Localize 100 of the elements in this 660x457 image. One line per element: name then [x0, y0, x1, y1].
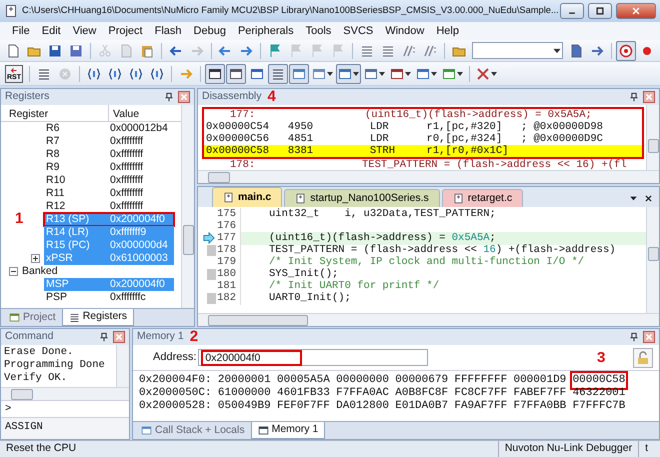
close-button[interactable] — [113, 331, 125, 343]
memory-window-icon — [338, 66, 352, 80]
column-header[interactable]: Register — [1, 105, 109, 121]
menu-item[interactable]: Tools — [300, 23, 338, 39]
command-window-button[interactable] — [205, 64, 225, 84]
panel-tab[interactable]: Call Stack + Locals — [135, 422, 251, 439]
vertical-scrollbar[interactable] — [646, 105, 659, 170]
memory-window-button[interactable] — [336, 64, 361, 84]
memory-value: FA9AF7FF — [454, 400, 508, 413]
window-icon — [258, 424, 269, 436]
group-name[interactable]: Banked — [22, 265, 58, 278]
register-name: R6 — [45, 122, 60, 135]
close-button[interactable] — [643, 91, 655, 103]
pin-icon — [629, 92, 639, 102]
expand-toggle[interactable] — [31, 254, 40, 263]
debugger-name: Nuvoton Nu-Link Debugger — [498, 441, 638, 457]
address-field[interactable]: 0x200004f0 — [198, 349, 428, 366]
call-stack-window-button[interactable] — [289, 64, 309, 84]
register-value: 0x200004f0 — [110, 278, 166, 291]
horizontal-scrollbar[interactable] — [198, 313, 659, 326]
editor-tab[interactable]: retarget.c — [442, 189, 524, 207]
memory-value: 00000000 — [336, 374, 389, 387]
close-icon — [631, 6, 641, 16]
register-row[interactable]: R11 0xffffffff — [44, 187, 174, 200]
editor-tab[interactable]: main.c — [212, 187, 282, 207]
register-row[interactable]: R10 0xffffffff — [44, 174, 174, 187]
menu-item[interactable]: Help — [430, 23, 465, 39]
register-name: R14 (LR) — [45, 226, 90, 239]
memory-value: 00000679 — [395, 374, 448, 387]
register-value: 0x000012b4 — [110, 122, 169, 135]
panel-tab[interactable]: Registers — [62, 309, 134, 326]
register-value: 0x000000d4 — [110, 239, 169, 252]
memory-value: F7FFFC7B — [572, 400, 626, 413]
register-row[interactable]: R12 0xffffffff — [44, 200, 174, 213]
list-icon — [68, 312, 80, 322]
line-number: 182 — [216, 292, 237, 304]
menu-item[interactable]: Debug — [188, 23, 232, 39]
next-bookmark-icon — [310, 44, 324, 58]
lock-button[interactable] — [633, 348, 653, 368]
register-row[interactable]: R6 0x000012b4 — [44, 122, 174, 135]
registers-window-button[interactable] — [268, 64, 288, 84]
menu-item[interactable]: Flash — [148, 23, 188, 39]
register-row[interactable]: PSP 0xfffffffc — [44, 291, 174, 304]
panel-title: Command — [5, 329, 54, 344]
column-header[interactable]: Value — [109, 105, 144, 121]
menu-item[interactable]: Window — [379, 23, 430, 39]
expand-toggle[interactable] — [9, 267, 18, 276]
vertical-scrollbar[interactable] — [181, 105, 194, 308]
disassembly-window-button[interactable] — [226, 64, 246, 84]
close-button[interactable] — [644, 194, 653, 203]
close-icon — [113, 331, 125, 343]
menu-item[interactable]: View — [66, 23, 102, 39]
panel-tab[interactable]: Memory 1 — [250, 422, 326, 439]
panel-tab[interactable]: Project — [3, 309, 62, 326]
register-value: 0xfffffffc — [110, 291, 147, 304]
output-line: Verify OK. — [4, 372, 68, 385]
minimize-button[interactable] — [560, 3, 584, 19]
register-name: xPSR — [45, 252, 74, 265]
horizontal-scrollbar[interactable] — [1, 387, 129, 400]
instruction-mnemonic: LDR — [370, 121, 390, 133]
register-value: 0xffffffff — [110, 161, 144, 174]
memory-value: F7FFA0BB — [513, 400, 566, 413]
command-hint: ASSIGN — [1, 418, 129, 439]
flag-icon — [268, 44, 282, 58]
menu-item[interactable]: Project — [102, 23, 149, 39]
line-number: 176 — [216, 220, 237, 232]
memory-value: FEF0F7FF — [277, 400, 330, 413]
register-row[interactable]: R7 0xffffffff — [44, 135, 174, 148]
close-button[interactable] — [643, 331, 655, 343]
registers-window-icon — [271, 66, 285, 80]
instruction-address: 0x00000C56 — [206, 133, 270, 145]
editor-tab[interactable]: startup_Nano100Series.s — [284, 189, 440, 207]
maximize-button[interactable] — [588, 3, 612, 19]
memory-value: 20000001 — [218, 374, 271, 387]
register-value: 0x61000003 — [110, 252, 169, 265]
step-list-icon — [37, 66, 51, 80]
call-stack-window-icon — [292, 66, 306, 80]
instruction-operands: r0,[pc,#324] — [426, 133, 504, 145]
instruction-mnemonic: LDR — [370, 133, 390, 145]
target-combo[interactable] — [472, 42, 564, 59]
caret-icon — [379, 72, 385, 76]
instruction-operands: r1,[pc,#320] — [426, 121, 504, 133]
register-row[interactable]: R8 0xffffffff — [44, 148, 174, 161]
redo-icon — [190, 44, 204, 58]
debug-button[interactable] — [616, 40, 636, 60]
status-field: t — [638, 441, 660, 457]
register-row[interactable]: R9 0xffffffff — [44, 161, 174, 174]
vertical-scrollbar[interactable] — [646, 207, 659, 313]
register-name: R7 — [45, 135, 60, 148]
horizontal-scrollbar[interactable] — [198, 170, 659, 183]
vertical-scrollbar[interactable] — [116, 345, 129, 387]
menu-item[interactable]: Peripherals — [232, 23, 300, 39]
arrow-icon — [179, 66, 193, 80]
close-button[interactable] — [178, 91, 190, 103]
menu-item[interactable]: Edit — [36, 23, 67, 39]
caret-icon — [353, 72, 359, 76]
menu-item[interactable]: SVCS — [337, 23, 380, 39]
memory-value: 46322001 — [572, 387, 626, 400]
register-name: PSP — [45, 291, 68, 304]
menu-item[interactable]: File — [6, 23, 36, 39]
